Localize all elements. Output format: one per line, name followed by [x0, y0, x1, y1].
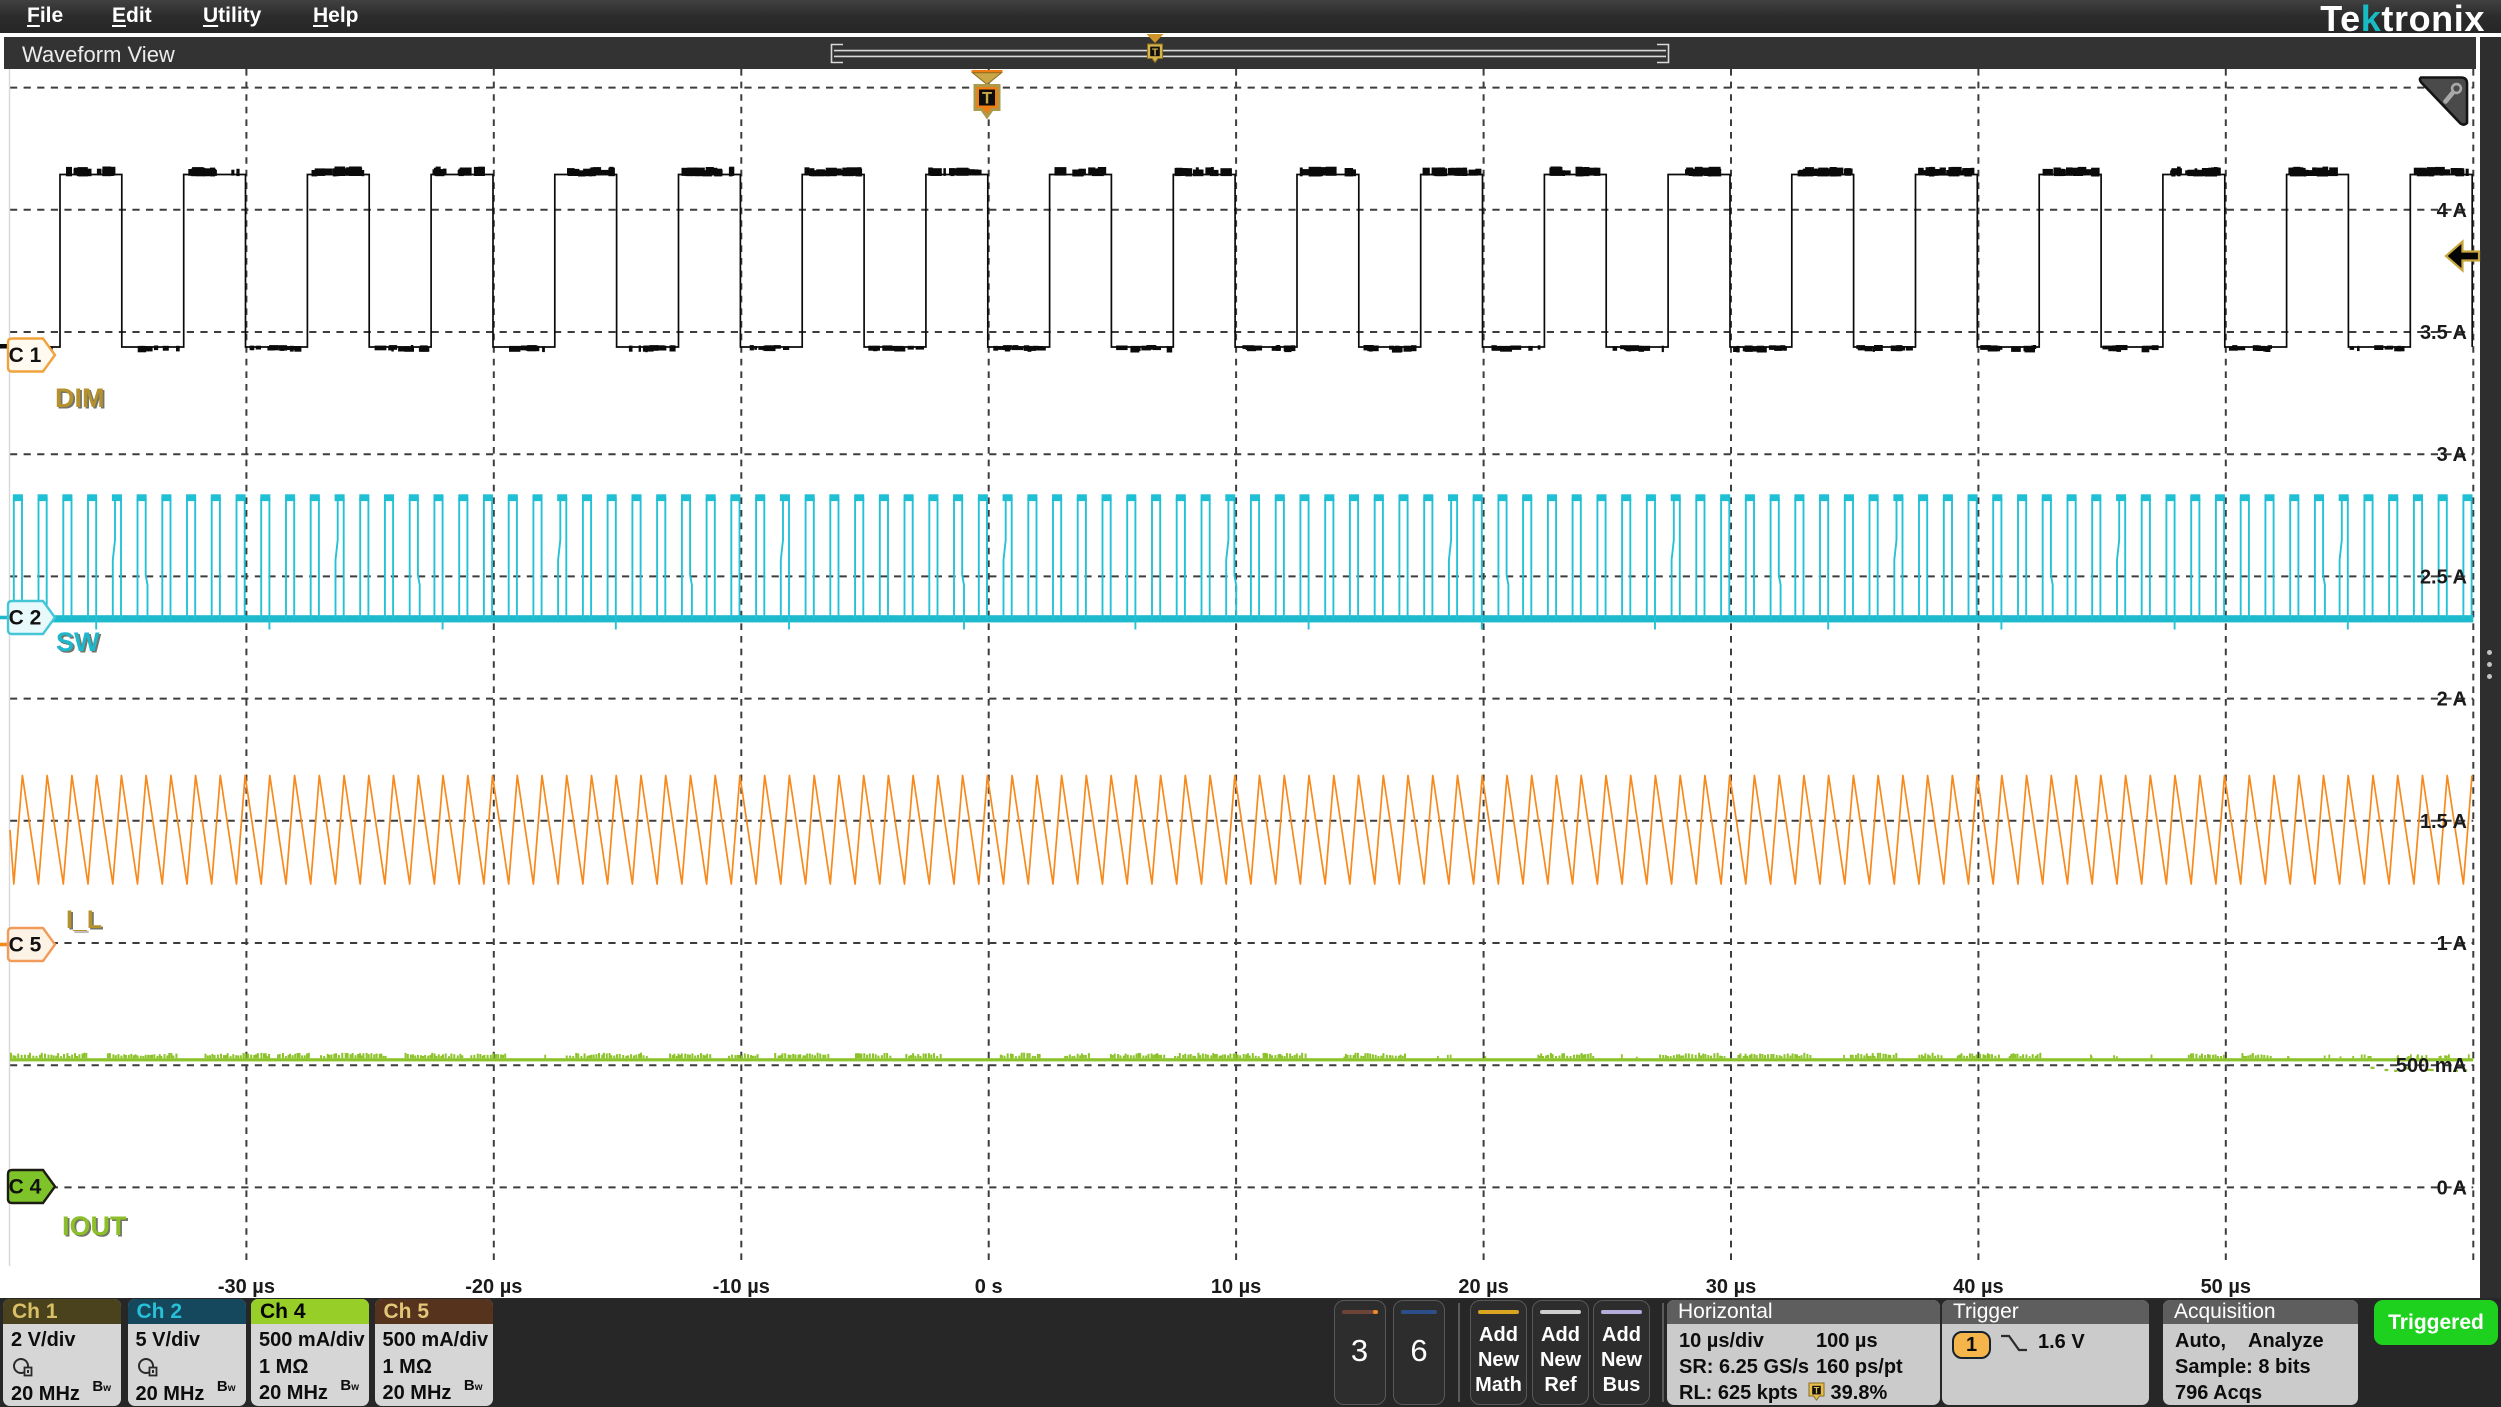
svg-text:T: T: [1814, 1385, 1820, 1395]
svg-text:T: T: [1152, 47, 1158, 58]
